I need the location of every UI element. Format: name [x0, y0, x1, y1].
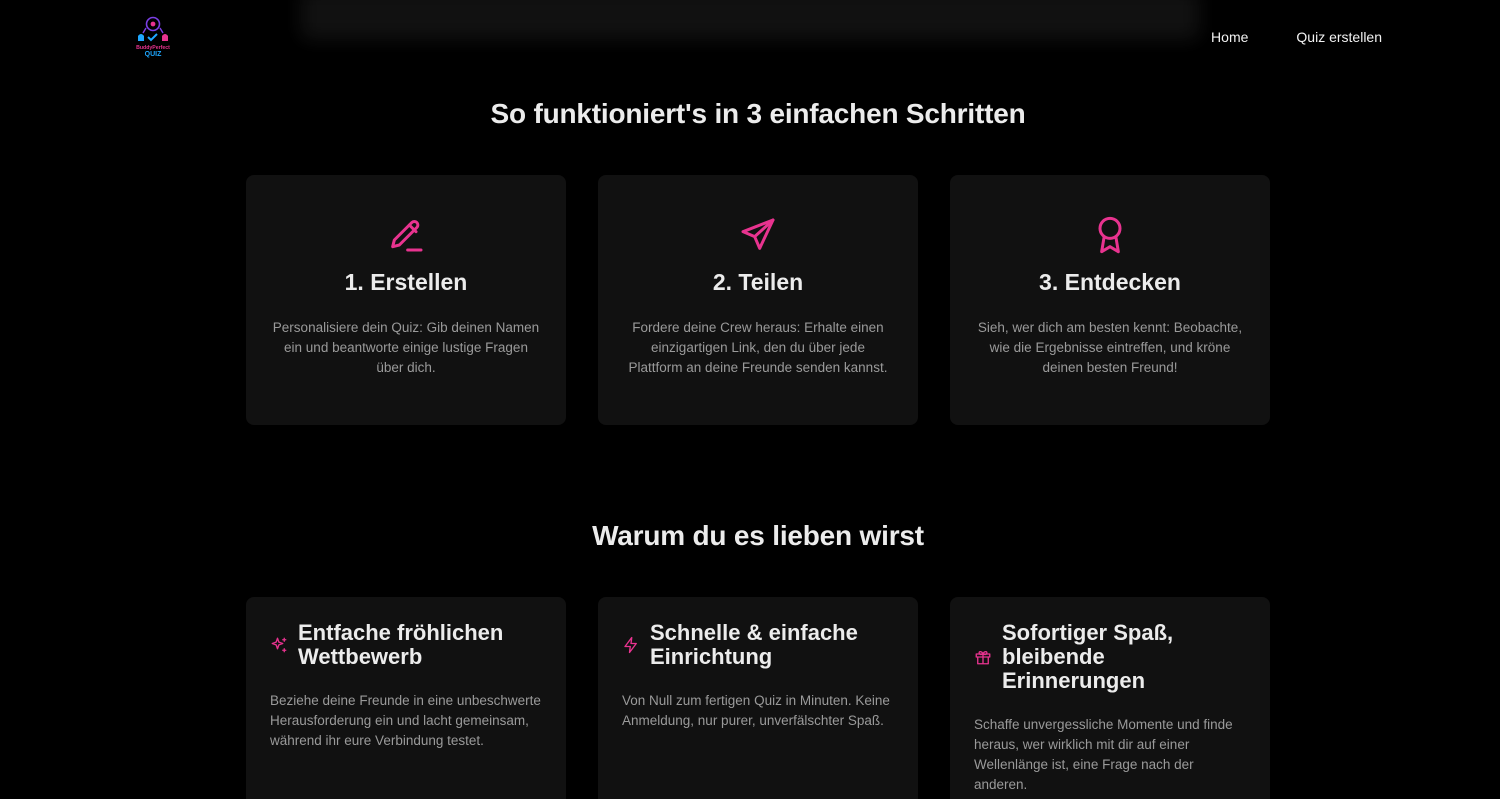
- feature-header: Entfache fröhlichen Wettbewerb: [270, 621, 542, 669]
- page: BuddyPerfect QUIZ Home Quiz erstellen So…: [0, 0, 1500, 799]
- zap-icon: [624, 636, 637, 654]
- step-text: Sieh, wer dich am besten kennt: Beobacht…: [977, 320, 1243, 375]
- nav-links: Home Quiz erstellen: [1211, 28, 1382, 46]
- send-icon: [741, 218, 775, 250]
- how-it-works-title: So funktioniert's in 3 einfachen Schritt…: [490, 98, 1026, 129]
- pencil-icon: [391, 219, 423, 252]
- feature-text: Beziehe deine Freunde in eine unbeschwer…: [270, 693, 541, 748]
- step-card-share: 2. Teilen Fordere deine Crew heraus: Erh…: [598, 175, 918, 425]
- feature-card-memories: Sofortiger Spaß, bleibende Erinnerungen …: [950, 597, 1270, 799]
- step-text: Fordere deine Crew heraus: Erhalte einen…: [628, 320, 888, 375]
- why-title: Warum du es lieben wirst: [592, 520, 924, 551]
- feature-text: Schaffe unvergessliche Momente und finde…: [974, 717, 1233, 792]
- step-text: Personalisiere dein Quiz: Gib deinen Nam…: [272, 320, 540, 375]
- feature-title: Schnelle & einfache Einrichtung: [650, 620, 858, 669]
- navbar: BuddyPerfect QUIZ Home Quiz erstellen: [0, 0, 1500, 76]
- steps-row: 1. Erstellen Personalisiere dein Quiz: G…: [246, 175, 1270, 425]
- feature-text: Von Null zum fertigen Quiz in Minuten. K…: [622, 693, 890, 728]
- step-title: 2. Teilen: [712, 269, 804, 295]
- feature-title: Entfache fröhlichen Wettbewerb: [298, 620, 504, 669]
- site-logo[interactable]: BuddyPerfect QUIZ: [130, 14, 176, 60]
- sparkles-icon: [271, 637, 287, 653]
- svg-text:QUIZ: QUIZ: [145, 51, 162, 58]
- feature-card-setup: Schnelle & einfache Einrichtung Von Null…: [598, 597, 918, 799]
- gift-icon: [975, 650, 991, 665]
- feature-card-competition: Entfache fröhlichen Wettbewerb Beziehe d…: [246, 597, 566, 799]
- feature-header: Sofortiger Spaß, bleibende Erinnerungen: [974, 621, 1246, 693]
- features-row: Entfache fröhlichen Wettbewerb Beziehe d…: [246, 597, 1270, 799]
- step-title: 3. Entdecken: [1039, 269, 1181, 295]
- nav-link-create-quiz[interactable]: Quiz erstellen: [1296, 28, 1382, 46]
- feature-header: Schnelle & einfache Einrichtung: [622, 621, 894, 669]
- nav-link-home[interactable]: Home: [1211, 28, 1248, 46]
- feature-title: Sofortiger Spaß, bleibende Erinnerungen: [1002, 620, 1174, 693]
- step-title: 1. Erstellen: [344, 269, 468, 295]
- step-card-create: 1. Erstellen Personalisiere dein Quiz: G…: [246, 175, 566, 425]
- award-icon: [1098, 216, 1122, 254]
- step-card-discover: 3. Entdecken Sieh, wer dich am besten ke…: [950, 175, 1270, 425]
